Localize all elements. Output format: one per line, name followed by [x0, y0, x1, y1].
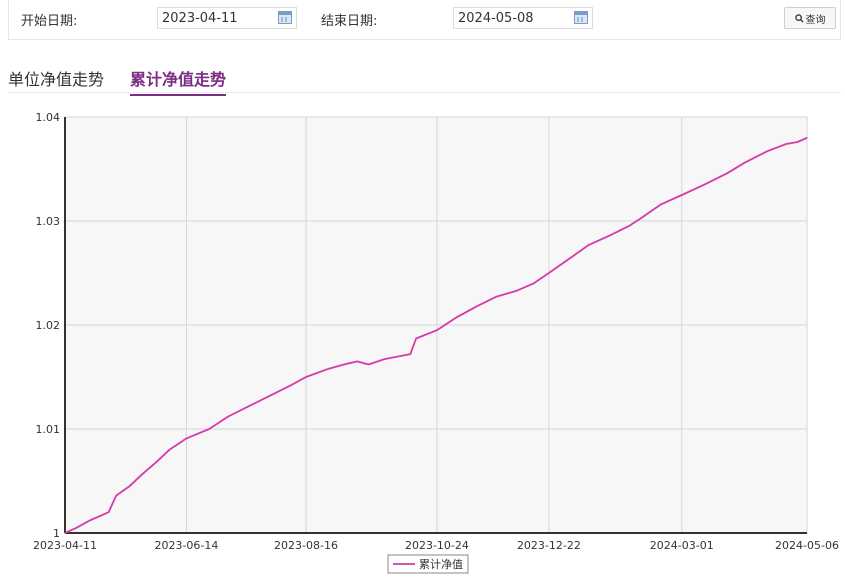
x-tick-label: 2023-04-11 — [33, 539, 97, 552]
data-point — [185, 437, 188, 439]
data-point — [343, 363, 345, 366]
chart-tabs: 单位净值走势 累计净值走势 — [8, 62, 841, 96]
data-point — [516, 290, 518, 292]
data-point — [495, 296, 497, 298]
data-point — [569, 257, 571, 260]
data-point — [115, 494, 117, 497]
data-point — [415, 337, 417, 340]
x-tick-label: 2023-08-16 — [274, 539, 338, 552]
data-point — [75, 527, 77, 529]
end-date-label: 结束日期: — [321, 14, 378, 29]
query-button-label: 查询 — [805, 14, 826, 26]
data-point — [806, 137, 808, 139]
end-date-input[interactable]: 2024-05-08 — [453, 7, 593, 29]
x-tick-label: 2023-10-24 — [405, 539, 469, 552]
data-point — [609, 234, 611, 237]
data-point — [660, 203, 662, 205]
data-point — [703, 184, 706, 186]
calendar-icon[interactable] — [278, 11, 292, 24]
data-point — [476, 305, 478, 307]
start-date-label: 开始日期: — [21, 14, 78, 29]
x-tick-label: 2024-03-01 — [650, 539, 714, 552]
data-point — [142, 473, 144, 475]
filter-bar: 开始日期: 2023-04-11 结束日期: 2024-05-08 查询 — [8, 0, 841, 40]
data-point — [436, 329, 438, 331]
data-point — [796, 141, 799, 143]
start-date-value: 2023-04-11 — [162, 11, 238, 26]
data-point — [64, 532, 66, 534]
data-point — [726, 172, 728, 174]
end-date-value: 2024-05-08 — [458, 11, 534, 26]
y-tick-label: 1.03 — [36, 215, 61, 228]
data-point — [409, 353, 411, 355]
x-tick-label: 2023-06-14 — [154, 539, 218, 552]
calendar-icon[interactable] — [574, 11, 588, 24]
data-point — [305, 376, 307, 378]
y-tick-label: 1.01 — [36, 423, 61, 436]
tab-unit-nav[interactable]: 单位净值走势 — [8, 66, 104, 94]
data-point — [785, 143, 787, 145]
y-tick-label: 1 — [53, 527, 60, 540]
start-date-input[interactable]: 2023-04-11 — [157, 7, 297, 29]
data-point — [548, 272, 550, 274]
data-point — [383, 358, 385, 360]
y-tick-label: 1.02 — [36, 319, 61, 332]
data-point — [639, 218, 641, 220]
query-button[interactable]: 查询 — [784, 7, 836, 29]
data-point — [248, 405, 250, 407]
nav-chart: 2023-04-11 2023-06-14 2023-08-16 2023-10-24… — [0, 100, 845, 582]
search-icon — [794, 13, 804, 23]
data-point — [89, 519, 91, 522]
legend-label: 累计净值 — [419, 557, 463, 571]
data-point — [588, 244, 590, 246]
data-point — [356, 360, 358, 362]
data-point — [269, 395, 271, 397]
data-point — [328, 368, 330, 370]
data-point — [681, 194, 683, 196]
tab-cumulative-nav[interactable]: 累计净值走势 — [130, 66, 227, 96]
data-point — [455, 317, 457, 319]
line-chart: 2023-04-11 2023-06-14 2023-08-16 2023-10-24… — [33, 111, 839, 574]
x-tick-label: 2024-05-06 — [775, 539, 839, 552]
data-point — [155, 461, 157, 463]
x-tick-label: 2023-12-22 — [517, 539, 581, 552]
data-point — [628, 225, 630, 227]
data-point — [368, 363, 370, 366]
data-point — [766, 150, 768, 152]
data-point — [533, 282, 535, 284]
data-point — [208, 428, 210, 430]
data-point — [108, 511, 110, 513]
data-point — [168, 449, 170, 451]
y-tick-label: 1.04 — [36, 111, 61, 124]
data-point — [290, 384, 292, 386]
data-point — [227, 415, 229, 418]
data-point — [743, 162, 745, 164]
data-point — [128, 485, 131, 487]
